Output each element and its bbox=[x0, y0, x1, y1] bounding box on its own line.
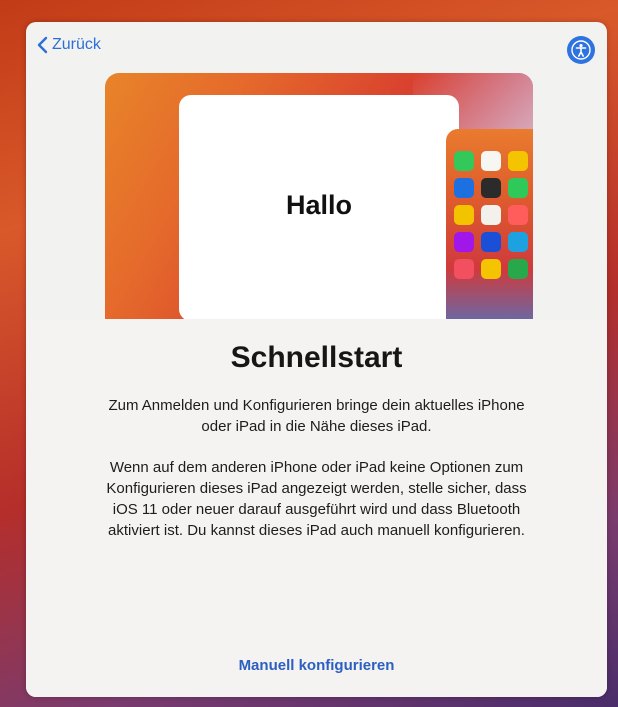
app-icon bbox=[454, 178, 474, 198]
app-icon bbox=[508, 151, 528, 171]
setup-sheet: Zurück Hallo Schnellstart Zum Anmelden u… bbox=[26, 22, 607, 697]
app-icon bbox=[481, 151, 501, 171]
hello-text: Hallo bbox=[285, 190, 352, 220]
app-icon-grid bbox=[454, 151, 533, 279]
app-icon bbox=[454, 232, 474, 252]
app-icon bbox=[481, 205, 501, 225]
accessibility-button[interactable] bbox=[567, 36, 595, 64]
back-button[interactable]: Zurück bbox=[36, 36, 101, 54]
app-icon bbox=[481, 259, 501, 279]
quick-start-illustration: Hallo bbox=[105, 73, 533, 319]
help-text: Wenn auf dem anderen iPhone oder iPad ke… bbox=[106, 459, 527, 539]
back-label: Zurück bbox=[52, 36, 101, 53]
intro-text: Zum Anmelden und Konfigurieren bringe de… bbox=[108, 397, 525, 435]
accessibility-icon bbox=[571, 40, 591, 60]
phone-illustration bbox=[446, 129, 533, 319]
app-icon bbox=[481, 232, 501, 252]
app-icon bbox=[508, 259, 528, 279]
hello-card: Hallo bbox=[179, 95, 459, 319]
app-icon bbox=[454, 205, 474, 225]
manual-setup-link[interactable]: Manuell konfigurieren bbox=[26, 657, 607, 674]
page-title: Schnellstart bbox=[230, 341, 403, 374]
app-icon bbox=[454, 151, 474, 171]
app-icon bbox=[508, 232, 528, 252]
chevron-left-icon bbox=[37, 36, 48, 54]
app-icon bbox=[454, 259, 474, 279]
app-icon bbox=[508, 205, 528, 225]
app-icon bbox=[508, 178, 528, 198]
content-panel: Schnellstart Zum Anmelden und Konfigurie… bbox=[26, 319, 607, 697]
app-icon bbox=[481, 178, 501, 198]
